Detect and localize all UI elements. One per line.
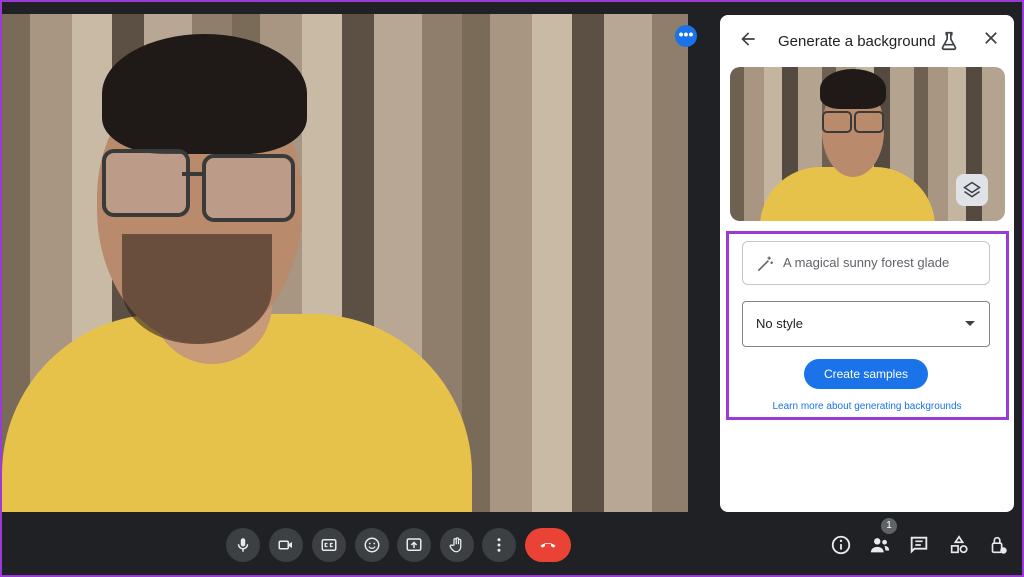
end-call-icon — [540, 542, 556, 548]
microphone-button[interactable] — [226, 528, 260, 562]
main-video-tile — [2, 14, 688, 512]
host-controls-icon[interactable] — [987, 534, 1009, 556]
close-icon — [985, 32, 997, 44]
arrow-back-icon — [741, 32, 755, 46]
camera-icon — [278, 540, 292, 550]
reactions-button[interactable] — [355, 528, 389, 562]
raise-hand-icon — [449, 537, 462, 553]
video-options-button[interactable]: ••• — [675, 25, 697, 47]
camera-button[interactable] — [269, 528, 303, 562]
raise-hand-button[interactable] — [440, 528, 474, 562]
participant-video — [2, 14, 688, 512]
panel-title: Generate a background — [778, 33, 936, 50]
chat-icon[interactable] — [908, 534, 930, 556]
background-preview — [730, 67, 1005, 221]
present-icon — [406, 538, 422, 551]
layers-icon — [963, 181, 981, 198]
back-button[interactable] — [736, 29, 760, 53]
layers-button[interactable] — [956, 174, 988, 206]
end-call-button[interactable] — [525, 528, 571, 562]
panel-header: Generate a background — [720, 15, 1014, 67]
captions-icon — [321, 539, 337, 551]
captions-button[interactable] — [312, 528, 346, 562]
emoji-icon — [364, 537, 380, 553]
people-count-badge: 1 — [881, 518, 897, 534]
activities-icon[interactable] — [948, 534, 970, 556]
annotation-highlight-box — [726, 231, 1009, 420]
close-button[interactable] — [979, 29, 1003, 53]
mic-icon — [237, 538, 249, 552]
flask-icon — [941, 31, 957, 51]
people-icon[interactable] — [869, 534, 891, 556]
more-vert-icon — [497, 538, 501, 552]
info-icon[interactable] — [830, 534, 852, 556]
more-options-button[interactable] — [482, 528, 516, 562]
present-screen-button[interactable] — [397, 528, 431, 562]
